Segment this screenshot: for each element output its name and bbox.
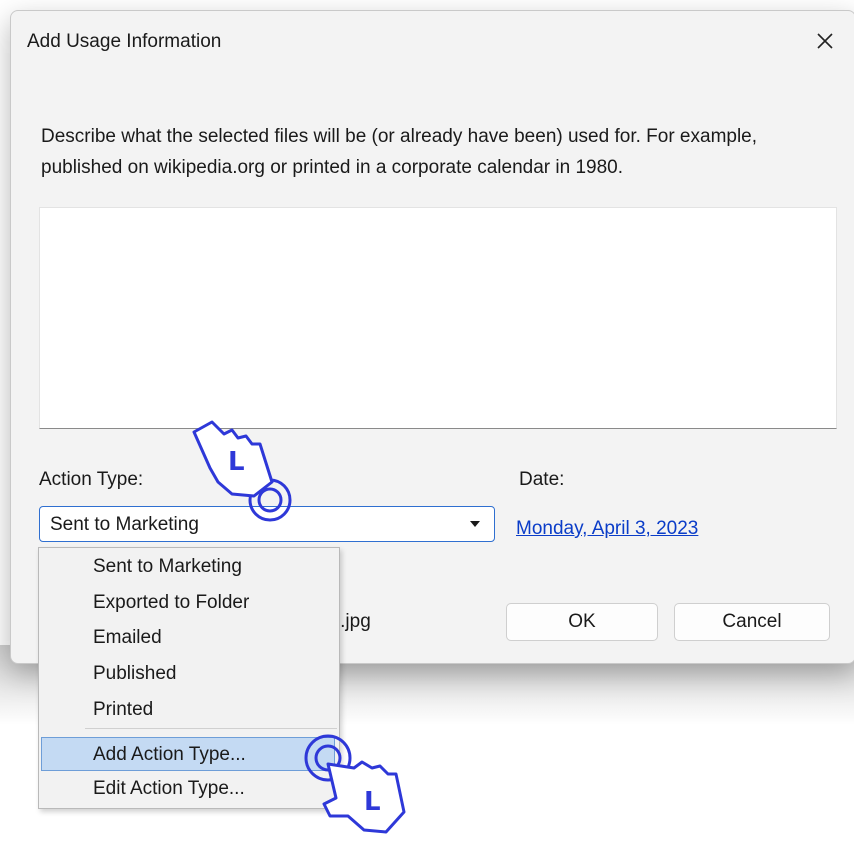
ok-button[interactable]: OK [506,603,658,641]
menu-item-add-action-type[interactable]: Add Action Type... [93,744,246,766]
action-type-value: Sent to Marketing [50,514,199,535]
menu-item-emailed[interactable]: Emailed [93,627,162,649]
usage-description-textarea[interactable] [39,207,837,429]
hand-pointer-icon: L [304,734,406,834]
menu-item-exported-to-folder[interactable]: Exported to Folder [93,592,249,614]
hand-pointer-icon: L [192,420,292,522]
close-icon [817,33,833,49]
close-button[interactable] [809,25,841,57]
chevron-down-icon [470,521,480,527]
cancel-button[interactable]: Cancel [674,603,830,641]
action-type-label: Action Type: [39,469,144,490]
dialog-description: Describe what the selected files will be… [41,126,758,178]
menu-item-edit-action-type[interactable]: Edit Action Type... [93,778,245,800]
menu-item-printed[interactable]: Printed [93,699,153,721]
menu-item-published[interactable]: Published [93,663,176,685]
cursor-label: L [364,787,381,817]
menu-item-sent-to-marketing[interactable]: Sent to Marketing [93,556,242,578]
dialog-title: Add Usage Information [27,31,222,52]
cursor-label: L [228,447,245,477]
date-picker-link[interactable]: Monday, April 3, 2023 [516,518,698,540]
date-label: Date: [519,469,565,490]
